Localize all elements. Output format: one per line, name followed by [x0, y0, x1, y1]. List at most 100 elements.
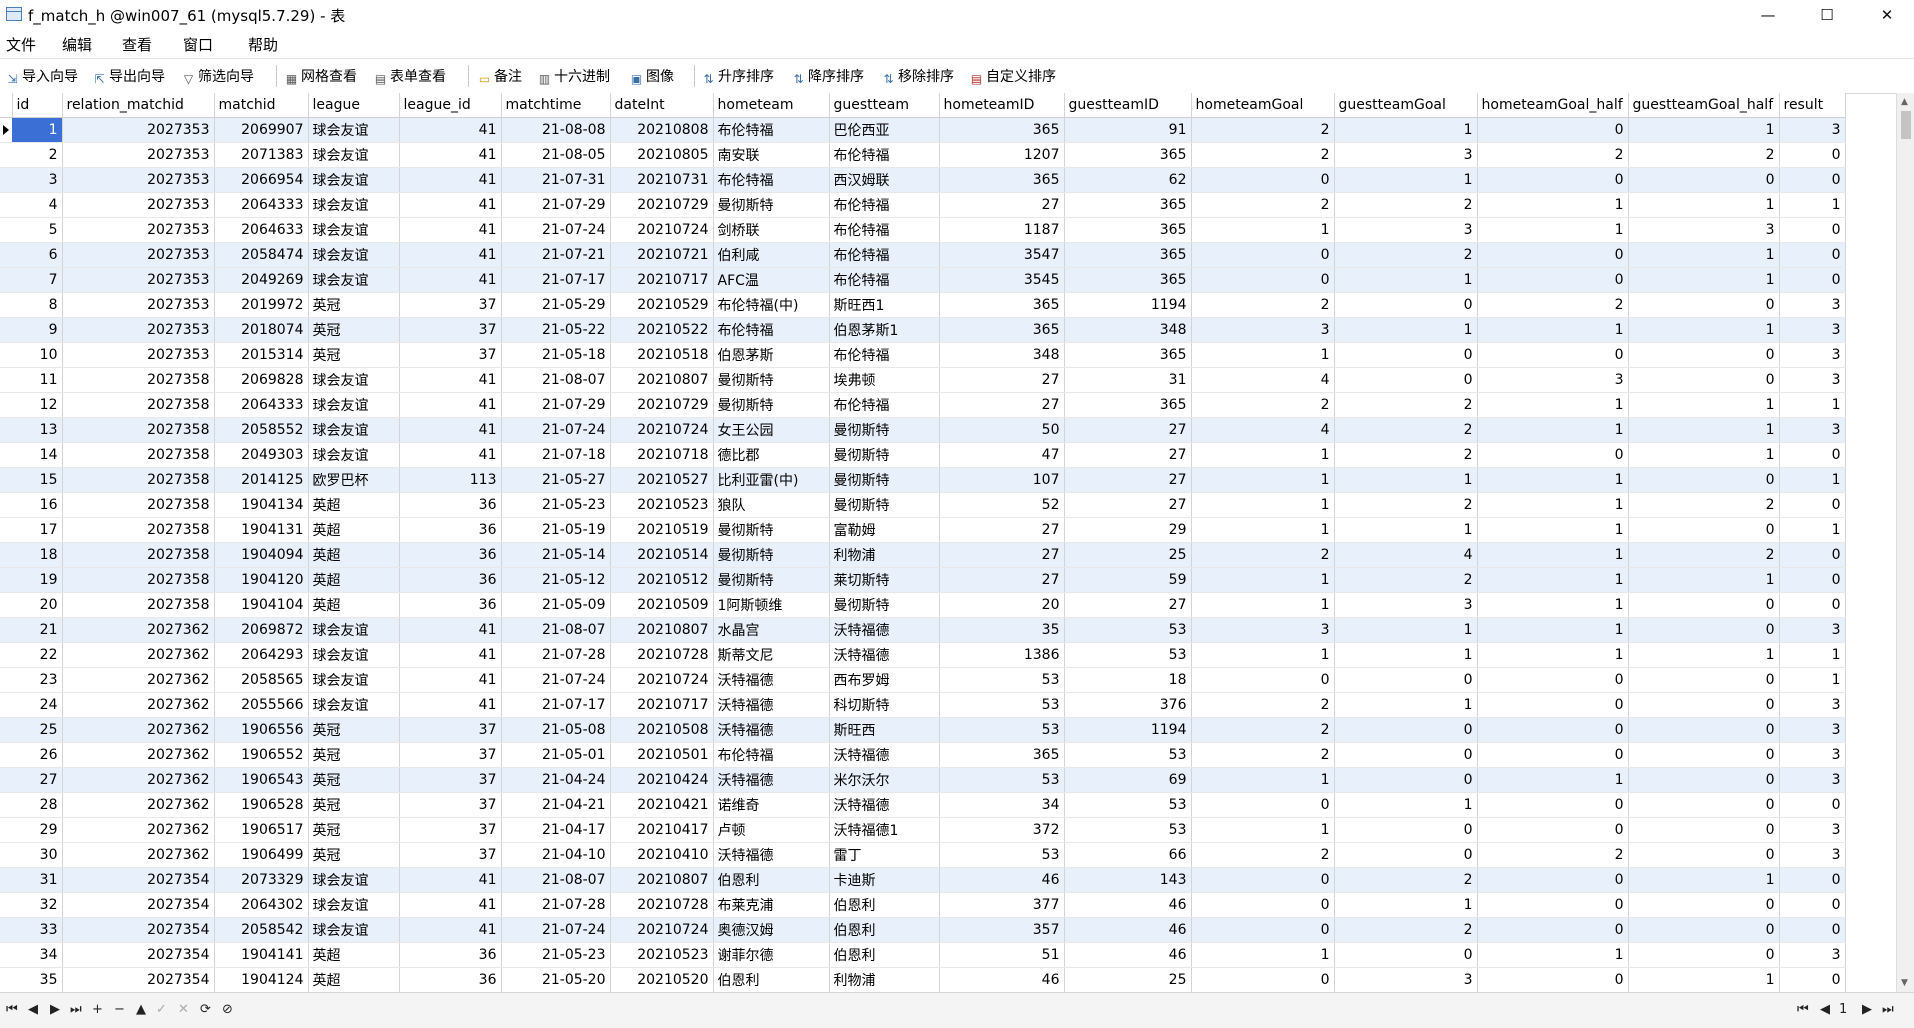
delete-record-icon[interactable]: − — [114, 1002, 125, 1017]
cell-id[interactable]: 19 — [12, 567, 63, 593]
table-row[interactable]: 33 2027354 2058542 球会友谊 41 21-07-24 20210724 奥德… — [0, 917, 1846, 943]
cell-hometeamgoal[interactable]: 0 — [1191, 242, 1335, 268]
cell-result[interactable]: 0 — [1779, 592, 1846, 618]
cell-hometeamgoal[interactable]: 1 — [1191, 342, 1335, 368]
row-indicator[interactable] — [0, 367, 12, 393]
row-indicator[interactable] — [0, 967, 12, 992]
cell-league[interactable]: 球会友谊 — [308, 242, 400, 268]
cell-league[interactable]: 球会友谊 — [308, 167, 400, 193]
cell-relation_matchid[interactable]: 2027358 — [62, 467, 215, 493]
cell-guestteamgoal_half[interactable]: 1 — [1628, 567, 1780, 593]
cell-guestteamgoal_half[interactable]: 0 — [1628, 892, 1780, 918]
cell-guestteamgoal[interactable]: 1 — [1334, 617, 1478, 643]
cell-matchtime[interactable]: 21-04-10 — [501, 842, 611, 868]
row-indicator[interactable] — [0, 317, 12, 343]
table-row[interactable]: 26 2027362 1906552 英冠 37 21-05-01 20210501 布伦特福… — [0, 742, 1846, 768]
cell-guestteamid[interactable]: 365 — [1064, 217, 1192, 243]
column-header-id[interactable]: id — [12, 93, 63, 118]
cell-hometeam[interactable]: 卢顿 — [713, 817, 830, 843]
cell-league[interactable]: 英超 — [308, 517, 400, 543]
cell-guestteamgoal_half[interactable]: 0 — [1628, 792, 1780, 818]
cell-guestteamid[interactable]: 53 — [1064, 817, 1192, 843]
cell-matchtime[interactable]: 21-08-05 — [501, 142, 611, 168]
cell-result[interactable]: 3 — [1779, 817, 1846, 843]
cell-guestteamgoal[interactable]: 2 — [1334, 917, 1478, 943]
cell-league[interactable]: 球会友谊 — [308, 392, 400, 418]
cell-matchid[interactable]: 2015314 — [214, 342, 309, 368]
cell-dateint[interactable]: 20210527 — [610, 467, 714, 493]
cell-guestteamgoal[interactable]: 1 — [1334, 317, 1478, 343]
cell-guestteamgoal_half[interactable]: 0 — [1628, 467, 1780, 493]
cell-guestteamgoal[interactable]: 2 — [1334, 567, 1478, 593]
cell-hometeamid[interactable]: 27 — [939, 392, 1065, 418]
cell-hometeamgoal_half[interactable]: 0 — [1477, 692, 1629, 718]
cell-guestteamgoal_half[interactable]: 0 — [1628, 942, 1780, 968]
cell-hometeam[interactable]: 沃特福德 — [713, 767, 830, 793]
cell-guestteamgoal_half[interactable]: 0 — [1628, 817, 1780, 843]
page-number[interactable]: 1 — [1839, 1002, 1847, 1017]
cell-league_id[interactable]: 41 — [399, 192, 502, 218]
cell-guestteamgoal_half[interactable]: 0 — [1628, 742, 1780, 768]
cell-matchtime[interactable]: 21-04-17 — [501, 817, 611, 843]
cell-relation_matchid[interactable]: 2027358 — [62, 367, 215, 393]
cell-league[interactable]: 英超 — [308, 567, 400, 593]
cell-guestteamgoal_half[interactable]: 0 — [1628, 367, 1780, 393]
row-indicator[interactable] — [0, 167, 12, 193]
cell-relation_matchid[interactable]: 2027353 — [62, 217, 215, 243]
memo-button[interactable]: ▭ 备注 — [478, 67, 522, 87]
cell-id[interactable]: 13 — [12, 417, 63, 443]
cell-dateint[interactable]: 20210728 — [610, 642, 714, 668]
cell-guestteamgoal_half[interactable]: 1 — [1628, 242, 1780, 268]
cell-matchid[interactable]: 2071383 — [214, 142, 309, 168]
cell-guestteam[interactable]: 曼彻斯特 — [829, 592, 940, 618]
cell-league[interactable]: 球会友谊 — [308, 417, 400, 443]
vertical-scrollbar[interactable]: ▲ ▼ — [1896, 93, 1914, 992]
cell-league[interactable]: 球会友谊 — [308, 917, 400, 943]
cell-guestteam[interactable]: 沃特福德1 — [829, 817, 940, 843]
cell-result[interactable]: 3 — [1779, 692, 1846, 718]
import-wizard-button[interactable]: ⇲ 导入向导 — [6, 67, 78, 87]
cell-matchtime[interactable]: 21-07-17 — [501, 692, 611, 718]
cell-guestteamgoal_half[interactable]: 0 — [1628, 617, 1780, 643]
cell-hometeamgoal_half[interactable]: 0 — [1477, 342, 1629, 368]
cell-guestteam[interactable]: 布伦特福 — [829, 242, 940, 268]
minimize-button[interactable]: — — [1745, 0, 1791, 30]
cell-relation_matchid[interactable]: 2027362 — [62, 667, 215, 693]
cell-guestteamgoal[interactable]: 2 — [1334, 442, 1478, 468]
cell-hometeamid[interactable]: 377 — [939, 892, 1065, 918]
scrollbar-thumb[interactable] — [1901, 111, 1911, 139]
row-indicator[interactable] — [0, 417, 12, 443]
cell-matchid[interactable]: 2058542 — [214, 917, 309, 943]
cell-league_id[interactable]: 41 — [399, 642, 502, 668]
cell-matchid[interactable]: 2055566 — [214, 692, 309, 718]
cell-hometeam[interactable]: 布莱克浦 — [713, 892, 830, 918]
cell-matchid[interactable]: 2049269 — [214, 267, 309, 293]
row-indicator[interactable] — [0, 192, 12, 218]
cell-guestteamid[interactable]: 348 — [1064, 317, 1192, 343]
cell-matchtime[interactable]: 21-07-24 — [501, 917, 611, 943]
cell-matchtime[interactable]: 21-05-01 — [501, 742, 611, 768]
row-indicator[interactable] — [0, 817, 12, 843]
cell-league_id[interactable]: 36 — [399, 567, 502, 593]
table-row[interactable]: 9 2027353 2018074 英冠 37 21-05-22 20210522 布伦特福伯… — [0, 317, 1846, 343]
cell-result[interactable]: 0 — [1779, 567, 1846, 593]
cell-guestteam[interactable]: 斯旺西 — [829, 717, 940, 743]
cell-guestteamgoal[interactable]: 1 — [1334, 117, 1478, 143]
column-header-hometeamid[interactable]: hometeamID — [939, 93, 1065, 118]
cell-guestteam[interactable]: 莱切斯特 — [829, 567, 940, 593]
cell-league_id[interactable]: 41 — [399, 617, 502, 643]
cell-result[interactable]: 3 — [1779, 117, 1846, 143]
row-indicator[interactable] — [0, 592, 12, 618]
cell-id[interactable]: 15 — [12, 467, 63, 493]
cell-guestteam[interactable]: 西布罗姆 — [829, 667, 940, 693]
row-indicator[interactable] — [0, 792, 12, 818]
cell-league_id[interactable]: 37 — [399, 742, 502, 768]
row-indicator[interactable] — [0, 517, 12, 543]
cell-hometeamid[interactable]: 365 — [939, 117, 1065, 143]
cell-league[interactable]: 球会友谊 — [308, 117, 400, 143]
cell-id[interactable]: 24 — [12, 692, 63, 718]
cell-dateint[interactable]: 20210807 — [610, 867, 714, 893]
cell-dateint[interactable]: 20210807 — [610, 617, 714, 643]
cell-matchid[interactable]: 2018074 — [214, 317, 309, 343]
cell-matchid[interactable]: 2058565 — [214, 667, 309, 693]
